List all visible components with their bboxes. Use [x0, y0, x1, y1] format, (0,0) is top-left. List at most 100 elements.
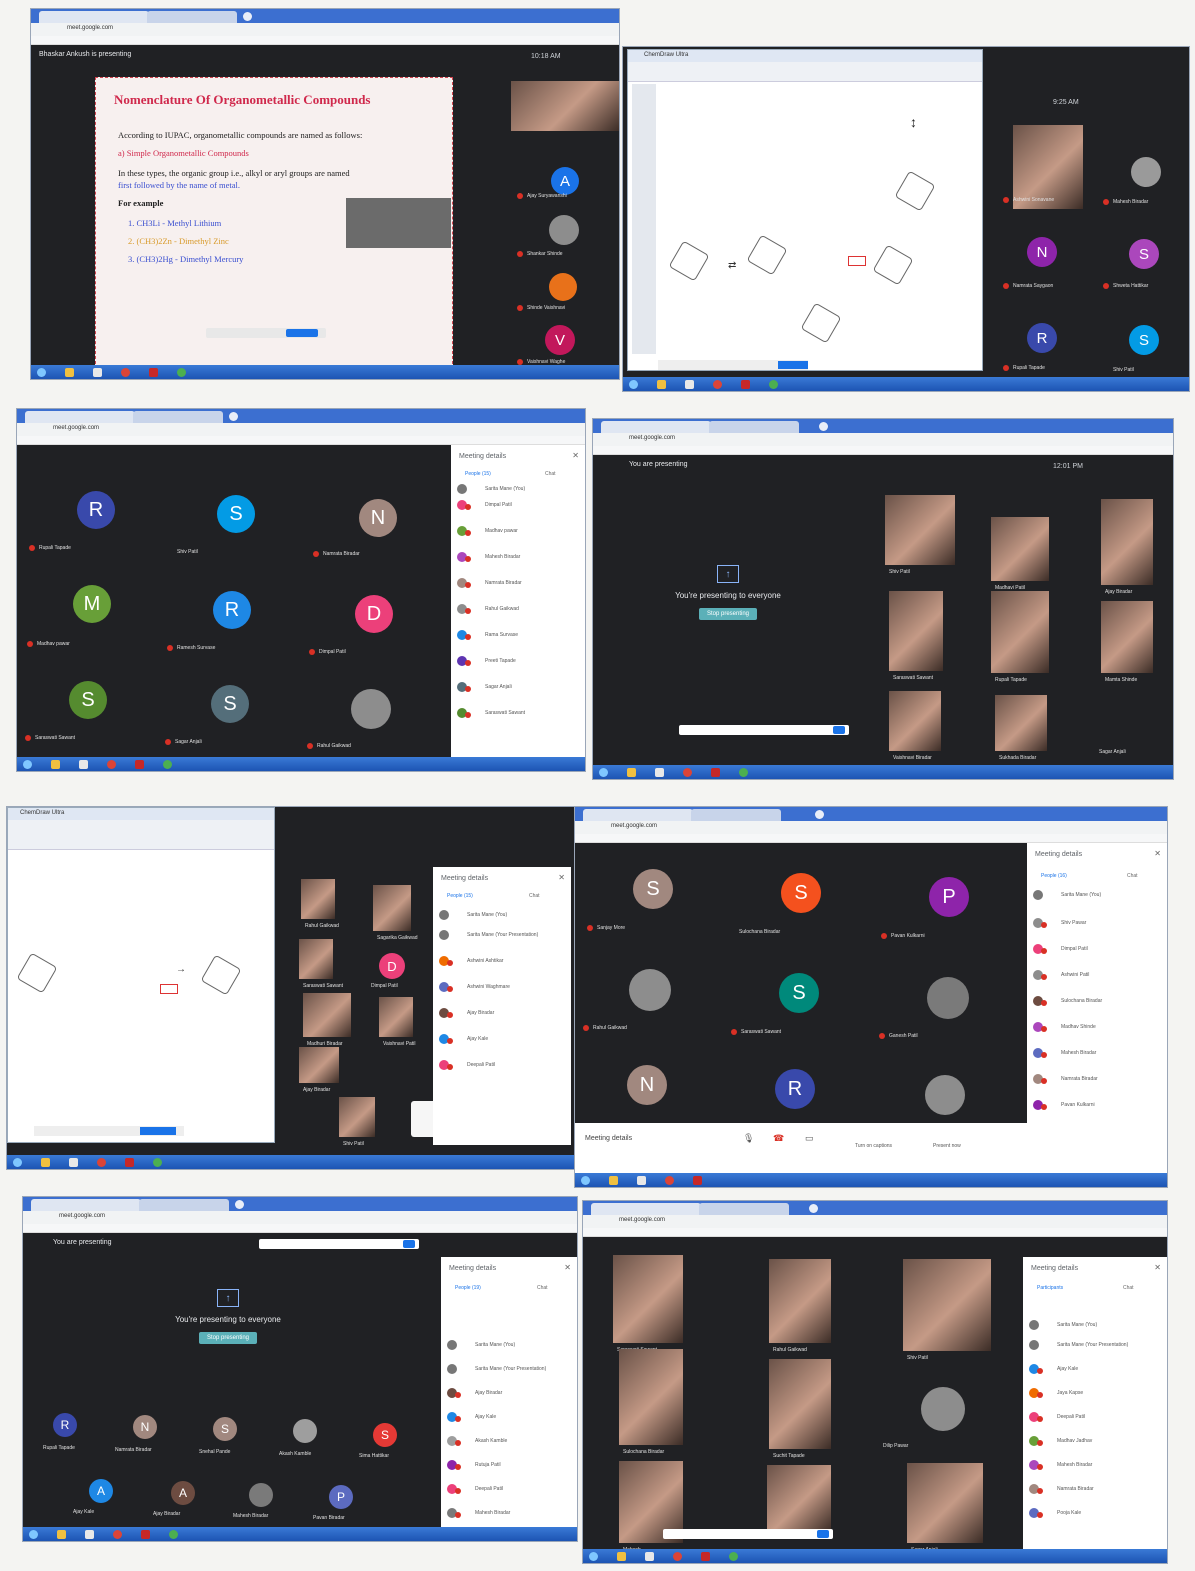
address-bar[interactable]: meet.google.com: [583, 1215, 1167, 1228]
close-icon[interactable]: ✕: [1154, 1263, 1161, 1272]
chrome-icon[interactable]: [673, 1552, 682, 1561]
address-bar[interactable]: meet.google.com: [17, 423, 585, 436]
taskbar-app-icon[interactable]: [741, 380, 750, 389]
taskbar-app-icon[interactable]: [627, 768, 636, 777]
browser-tab[interactable]: [139, 1199, 229, 1211]
taskbar-app-icon[interactable]: [125, 1158, 134, 1167]
chrome-icon[interactable]: [713, 380, 722, 389]
stop-sharing-button[interactable]: [403, 1240, 415, 1248]
new-tab-icon[interactable]: [819, 422, 828, 431]
taskbar-app-icon[interactable]: [85, 1530, 94, 1539]
chat-tab[interactable]: Chat: [529, 893, 540, 899]
chrome-icon[interactable]: [683, 768, 692, 777]
microphone-icon[interactable]: 🎙: [743, 1133, 754, 1144]
start-button-icon[interactable]: [37, 368, 46, 377]
browser-tab[interactable]: [133, 411, 223, 423]
address-bar[interactable]: meet.google.com: [593, 433, 1173, 446]
address-bar[interactable]: meet.google.com: [31, 23, 619, 36]
address-bar[interactable]: meet.google.com: [575, 821, 1167, 834]
people-tab[interactable]: People (15): [465, 471, 491, 477]
start-button-icon[interactable]: [13, 1158, 22, 1167]
tool-palette[interactable]: [632, 84, 656, 354]
close-icon[interactable]: ✕: [572, 451, 579, 460]
start-button-icon[interactable]: [23, 760, 32, 769]
people-tab[interactable]: Participants: [1037, 1285, 1063, 1291]
close-icon[interactable]: ✕: [564, 1263, 571, 1272]
new-tab-icon[interactable]: [235, 1200, 244, 1209]
browser-tab[interactable]: [591, 1203, 701, 1215]
present-now-button[interactable]: Present now: [933, 1143, 961, 1149]
stop-sharing-button[interactable]: [140, 1127, 176, 1135]
stop-sharing-button[interactable]: [817, 1530, 829, 1538]
taskbar-app-icon[interactable]: [645, 1552, 654, 1561]
browser-tab[interactable]: [699, 1203, 789, 1215]
taskbar-app-icon[interactable]: [93, 368, 102, 377]
meeting-details-button[interactable]: Meeting details: [585, 1135, 632, 1142]
camera-icon[interactable]: ▭: [805, 1133, 814, 1144]
browser-tab[interactable]: [31, 1199, 141, 1211]
taskbar-app-icon[interactable]: [729, 1552, 738, 1561]
taskbar-app-icon[interactable]: [65, 368, 74, 377]
taskbar-app-icon[interactable]: [657, 380, 666, 389]
chat-tab[interactable]: Chat: [1123, 1285, 1134, 1291]
taskbar-app-icon[interactable]: [685, 380, 694, 389]
taskbar-app-icon[interactable]: [153, 1158, 162, 1167]
new-tab-icon[interactable]: [809, 1204, 818, 1213]
chrome-icon[interactable]: [107, 760, 116, 769]
browser-tab[interactable]: [691, 809, 781, 821]
close-icon[interactable]: ✕: [558, 873, 565, 882]
chrome-icon[interactable]: [121, 368, 130, 377]
browser-tab[interactable]: [583, 809, 693, 821]
taskbar-app-icon[interactable]: [79, 760, 88, 769]
close-icon[interactable]: ✕: [1154, 849, 1161, 858]
chrome-icon[interactable]: [97, 1158, 106, 1167]
start-button-icon[interactable]: [581, 1176, 590, 1185]
new-tab-icon[interactable]: [243, 12, 252, 21]
taskbar-app-icon[interactable]: [69, 1158, 78, 1167]
taskbar-app-icon[interactable]: [637, 1176, 646, 1185]
taskbar-app-icon[interactable]: [169, 1530, 178, 1539]
browser-tab[interactable]: [39, 11, 149, 23]
start-button-icon[interactable]: [589, 1552, 598, 1561]
hang-up-icon[interactable]: ☎: [773, 1133, 784, 1144]
start-button-icon[interactable]: [599, 768, 608, 777]
taskbar-app-icon[interactable]: [51, 760, 60, 769]
taskbar-app-icon[interactable]: [57, 1530, 66, 1539]
taskbar-app-icon[interactable]: [609, 1176, 618, 1185]
chat-tab[interactable]: Chat: [1127, 873, 1138, 879]
address-bar[interactable]: meet.google.com: [23, 1211, 577, 1224]
browser-tab[interactable]: [709, 421, 799, 433]
taskbar-app-icon[interactable]: [163, 760, 172, 769]
taskbar-app-icon[interactable]: [41, 1158, 50, 1167]
new-tab-icon[interactable]: [229, 412, 238, 421]
taskbar-app-icon[interactable]: [141, 1530, 150, 1539]
taskbar-app-icon[interactable]: [177, 368, 186, 377]
taskbar-app-icon[interactable]: [693, 1176, 702, 1185]
people-tab[interactable]: People (19): [455, 1285, 481, 1291]
people-tab[interactable]: People (15): [447, 893, 473, 899]
chrome-icon[interactable]: [113, 1530, 122, 1539]
chat-tab[interactable]: Chat: [537, 1285, 548, 1291]
start-button-icon[interactable]: [629, 380, 638, 389]
taskbar-app-icon[interactable]: [149, 368, 158, 377]
taskbar-app-icon[interactable]: [739, 768, 748, 777]
start-button-icon[interactable]: [29, 1530, 38, 1539]
taskbar-app-icon[interactable]: [135, 760, 144, 769]
people-tab[interactable]: People (16): [1041, 873, 1067, 879]
stop-sharing-button[interactable]: [778, 361, 808, 369]
stop-presenting-button[interactable]: Stop presenting: [198, 1332, 258, 1344]
captions-button[interactable]: Turn on captions: [855, 1143, 892, 1149]
stop-sharing-button[interactable]: [286, 329, 318, 337]
chat-tab[interactable]: Chat: [545, 471, 556, 477]
taskbar-app-icon[interactable]: [711, 768, 720, 777]
browser-tab[interactable]: [147, 11, 237, 23]
taskbar-app-icon[interactable]: [617, 1552, 626, 1561]
taskbar-app-icon[interactable]: [701, 1552, 710, 1561]
taskbar-app-icon[interactable]: [769, 380, 778, 389]
new-tab-icon[interactable]: [815, 810, 824, 819]
stop-presenting-button[interactable]: Stop presenting: [698, 608, 758, 620]
browser-tab[interactable]: [25, 411, 135, 423]
stop-sharing-button[interactable]: [833, 726, 845, 734]
taskbar-app-icon[interactable]: [655, 768, 664, 777]
chrome-icon[interactable]: [665, 1176, 674, 1185]
